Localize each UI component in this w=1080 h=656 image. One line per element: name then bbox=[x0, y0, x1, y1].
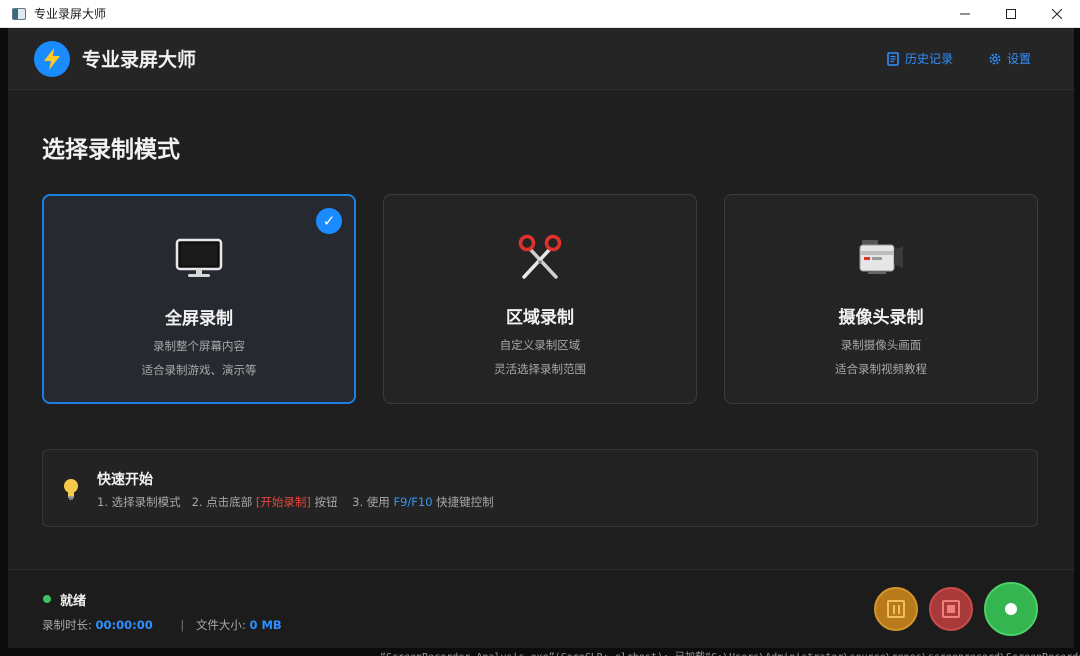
record-button[interactable] bbox=[984, 582, 1038, 636]
meta-separator: | bbox=[180, 618, 185, 632]
step-1: 1. 选择录制模式 bbox=[97, 495, 181, 509]
status-text: 就绪 bbox=[60, 594, 87, 609]
window-titlebar: 专业录屏大师 bbox=[0, 0, 1080, 28]
mode-desc: 录制整个屏幕内容 bbox=[153, 339, 245, 353]
quick-start-title: 快速开始 bbox=[97, 472, 153, 488]
recording-meta: 录制时长: 00:00:00 | 文件大小: 0 MB bbox=[42, 617, 282, 633]
file-size-label: 文件大小: bbox=[195, 618, 246, 632]
close-button[interactable] bbox=[1034, 0, 1080, 28]
app-title: 专业录屏大师 bbox=[82, 49, 197, 71]
close-icon bbox=[1052, 9, 1062, 19]
mode-title: 区域录制 bbox=[506, 308, 574, 328]
status-footer: 就绪 录制时长: 00:00:00 | 文件大小: 0 MB bbox=[8, 569, 1074, 648]
mode-desc: 录制摄像头画面 bbox=[840, 338, 922, 352]
step-2-prefix: 2. 点击底部 bbox=[191, 495, 256, 509]
duration-label: 录制时长: bbox=[42, 618, 92, 632]
settings-button[interactable]: 设置 bbox=[988, 50, 1031, 67]
stop-button[interactable] bbox=[929, 587, 973, 631]
window-controls bbox=[942, 0, 1080, 28]
mode-desc: 自定义录制区域 bbox=[499, 338, 581, 352]
mode-card-camera[interactable]: 摄像头录制 录制摄像头画面 适合录制视频教程 bbox=[724, 194, 1038, 404]
hotkey-hint: F9/F10 bbox=[393, 495, 433, 509]
duration-value: 00:00:00 bbox=[95, 618, 153, 632]
app-window: 专业录屏大师 历史记录 设置 选择录制模式 ✓ 全屏录制 录制整个屏幕内容 适合… bbox=[8, 28, 1074, 648]
history-book-icon bbox=[887, 51, 899, 66]
mode-desc: 灵活选择录制范围 bbox=[494, 362, 586, 376]
stop-icon bbox=[942, 600, 960, 618]
section-title: 选择录制模式 bbox=[42, 137, 180, 163]
scissors-icon bbox=[514, 233, 566, 281]
window-title: 专业录屏大师 bbox=[34, 7, 107, 21]
video-camera-icon bbox=[855, 233, 907, 281]
lightning-logo-icon bbox=[34, 41, 70, 77]
app-window-icon bbox=[12, 7, 26, 20]
maximize-icon bbox=[1006, 9, 1016, 19]
settings-label: 设置 bbox=[1007, 52, 1032, 66]
history-button[interactable]: 历史记录 bbox=[886, 50, 953, 67]
mode-title: 全屏录制 bbox=[165, 309, 233, 329]
maximize-button[interactable] bbox=[988, 0, 1034, 28]
history-label: 历史记录 bbox=[905, 52, 954, 66]
background-terminal-text: “ScreenRecorder.Analysis.exe”(CoreCLR: c… bbox=[380, 648, 1080, 656]
selected-check-icon: ✓ bbox=[316, 208, 342, 234]
minimize-icon bbox=[960, 13, 970, 15]
record-icon bbox=[1005, 603, 1017, 615]
start-record-hint: [开始录制] bbox=[255, 495, 311, 509]
app-header: 专业录屏大师 历史记录 设置 bbox=[8, 28, 1074, 90]
step-3-suffix: 快捷键控制 bbox=[432, 495, 494, 509]
mode-card-region[interactable]: 区域录制 自定义录制区域 灵活选择录制范围 bbox=[383, 194, 697, 404]
status-dot-icon bbox=[43, 595, 51, 603]
quick-start-panel: 快速开始 1. 选择录制模式 2. 点击底部 [开始录制] 按钮 3. 使用 F… bbox=[42, 449, 1038, 527]
gear-icon bbox=[989, 53, 1001, 64]
minimize-button[interactable] bbox=[942, 0, 988, 28]
pause-icon bbox=[887, 600, 905, 618]
quick-start-steps: 1. 选择录制模式 2. 点击底部 [开始录制] 按钮 3. 使用 F9/F10… bbox=[97, 494, 494, 510]
background-window-edge bbox=[0, 28, 8, 656]
pause-button[interactable] bbox=[874, 587, 918, 631]
step-2-suffix: 按钮 bbox=[310, 495, 338, 509]
mode-card-fullscreen[interactable]: ✓ 全屏录制 录制整个屏幕内容 适合录制游戏、演示等 bbox=[42, 194, 356, 404]
lightbulb-icon bbox=[64, 479, 78, 500]
mode-desc: 适合录制视频教程 bbox=[835, 362, 927, 376]
file-size-value: 0 MB bbox=[249, 618, 282, 632]
mode-title: 摄像头录制 bbox=[838, 308, 924, 328]
step-3-prefix: 3. 使用 bbox=[352, 495, 394, 509]
background-window-edge bbox=[1074, 28, 1080, 656]
mode-desc: 适合录制游戏、演示等 bbox=[141, 363, 257, 377]
monitor-icon bbox=[173, 234, 225, 282]
